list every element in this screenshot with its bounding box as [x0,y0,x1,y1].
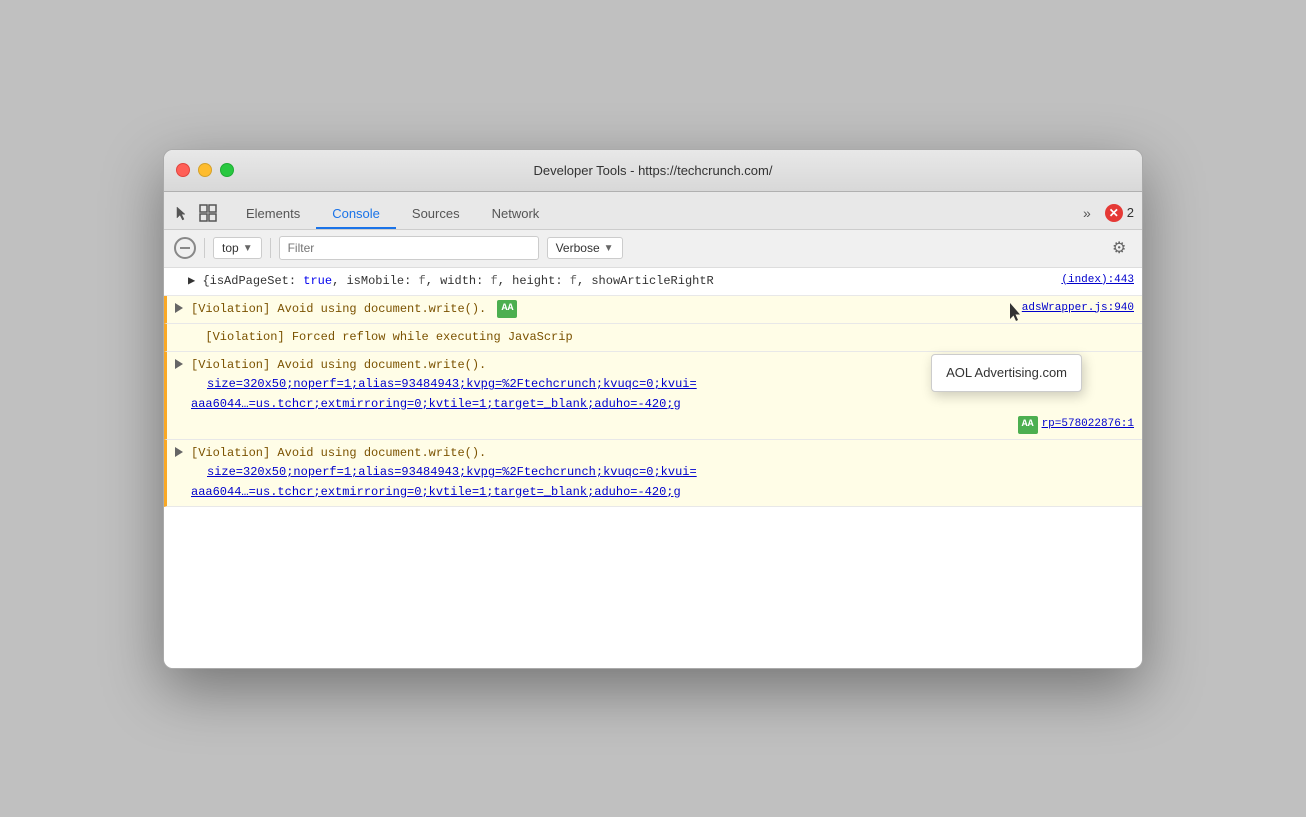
tabbar: Elements Console Sources Network » ✕ 2 [164,192,1142,230]
tab-network[interactable]: Network [476,200,556,229]
console-row-2: [Violation] Avoid using document.write()… [164,296,1142,324]
console-text-1: ▶ {isAdPageSet: true, isMobile: f, width… [188,274,714,288]
context-selector[interactable]: top ▼ [213,237,262,259]
expand-icon-2[interactable] [175,303,183,313]
settings-icon[interactable]: ⚙ [1112,238,1132,258]
tabbar-left-icons [172,203,218,229]
rp-ref[interactable]: rp=578022876:1 [1042,416,1134,434]
expand-icon-4[interactable] [175,359,183,369]
traffic-lights [176,163,234,177]
verbose-chevron-icon: ▼ [604,243,614,254]
console-text-3: [Violation] Forced reflow while executin… [191,330,573,344]
toolbar-divider [204,238,205,258]
inspect-icon[interactable] [198,203,218,223]
titlebar: Developer Tools - https://techcrunch.com… [164,150,1142,192]
tab-sources[interactable]: Sources [396,200,476,229]
console-row-1: (index):443 ▶ {isAdPageSet: true, isMobi… [164,268,1142,296]
aa-badge-2[interactable]: AA [1018,416,1038,434]
source-ref-1[interactable]: (index):443 [1061,272,1134,290]
violation-link-2[interactable]: aaa6044…=us.tchcr;extmirroring=0;kvtile=… [191,397,681,411]
source-ref-2[interactable]: adsWrapper.js:940 [1022,300,1134,318]
filter-input[interactable] [279,236,539,260]
error-count: 2 [1127,205,1134,220]
minimize-button[interactable] [198,163,212,177]
aa-tooltip: AOL Advertising.com [931,354,1082,393]
tabbar-right: » ✕ 2 [1077,203,1134,229]
console-row-5: [Violation] Avoid using document.write()… [164,440,1142,507]
aa-badge-1[interactable]: AA [497,300,517,318]
error-icon: ✕ [1105,204,1123,222]
violation-link-4[interactable]: aaa6044…=us.tchcr;extmirroring=0;kvtile=… [191,485,681,499]
tab-elements[interactable]: Elements [230,200,316,229]
error-badge: ✕ 2 [1105,204,1134,222]
close-button[interactable] [176,163,190,177]
tooltip-text: AOL Advertising.com [946,365,1067,380]
console-row-3: [Violation] Forced reflow while executin… [164,324,1142,352]
maximize-button[interactable] [220,163,234,177]
chevron-down-icon: ▼ [243,243,253,254]
devtools-window: Developer Tools - https://techcrunch.com… [163,149,1143,669]
more-tabs-button[interactable]: » [1077,203,1097,223]
expand-icon-5[interactable] [175,447,183,457]
violation-link-3[interactable]: size=320x50;noperf=1;alias=93484943;kvpg… [207,465,697,479]
console-text-4a: [Violation] Avoid using document.write()… [191,358,486,372]
console-output: (index):443 ▶ {isAdPageSet: true, isMobi… [164,268,1142,668]
violation-link-1[interactable]: size=320x50;noperf=1;alias=93484943;kvpg… [207,377,697,391]
cursor-icon[interactable] [172,203,192,223]
context-value: top [222,241,239,255]
toolbar-divider-2 [270,238,271,258]
tab-list: Elements Console Sources Network [230,200,555,229]
tab-console[interactable]: Console [316,200,396,229]
verbose-value: Verbose [556,241,600,255]
clear-console-button[interactable] [174,237,196,259]
console-text-5a: [Violation] Avoid using document.write()… [191,446,486,460]
verbose-selector[interactable]: Verbose ▼ [547,237,623,259]
console-text-2: [Violation] Avoid using document.write()… [191,302,486,316]
console-toolbar: top ▼ Verbose ▼ ⚙ [164,230,1142,268]
window-title: Developer Tools - https://techcrunch.com… [534,163,773,178]
mouse-cursor-icon [1008,302,1024,322]
